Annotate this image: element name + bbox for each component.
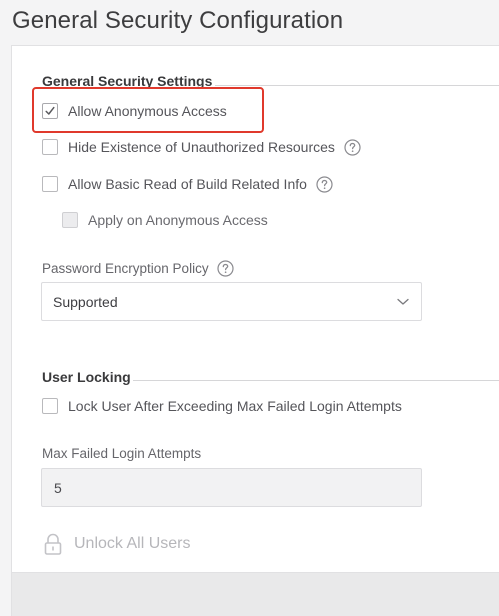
max-failed-input[interactable]: 5 <box>41 468 422 507</box>
lock-icon <box>44 533 62 555</box>
password-policy-field: Password Encryption Policy <box>42 260 234 277</box>
unlock-all-users-label: Unlock All Users <box>74 535 191 552</box>
allow-basic-read-row[interactable]: Allow Basic Read of Build Related Info <box>42 174 333 194</box>
question-circle-icon[interactable] <box>216 260 234 277</box>
password-policy-label: Password Encryption Policy <box>42 261 209 276</box>
allow-basic-read-checkbox[interactable] <box>42 176 58 192</box>
bottom-action-bar <box>11 573 499 616</box>
allow-anonymous-access-row[interactable]: Allow Anonymous Access <box>42 101 227 121</box>
apply-on-anonymous-checkbox[interactable] <box>62 212 78 228</box>
allow-anonymous-access-label: Allow Anonymous Access <box>68 103 227 119</box>
max-failed-label: Max Failed Login Attempts <box>42 446 202 461</box>
max-failed-value: 5 <box>54 479 62 496</box>
lock-user-row[interactable]: Lock User After Exceeding Max Failed Log… <box>42 396 402 416</box>
question-circle-icon[interactable] <box>316 175 333 193</box>
chevron-down-icon <box>397 298 409 305</box>
security-config-page: General Security Configuration General S… <box>0 0 499 616</box>
apply-on-anonymous-label: Apply on Anonymous Access <box>88 212 268 228</box>
section-heading-user-locking: User Locking <box>42 369 131 385</box>
allow-basic-read-label: Allow Basic Read of Build Related Info <box>68 176 307 192</box>
question-circle-icon[interactable] <box>344 138 361 156</box>
checkmark-icon <box>45 106 55 115</box>
page-title: General Security Configuration <box>12 7 344 34</box>
apply-on-anonymous-row[interactable]: Apply on Anonymous Access <box>62 210 268 230</box>
unlock-all-users-button[interactable]: Unlock All Users <box>42 531 190 557</box>
password-policy-select[interactable]: Supported <box>41 282 422 321</box>
lock-user-checkbox[interactable] <box>42 398 58 414</box>
lock-user-label: Lock User After Exceeding Max Failed Log… <box>68 398 402 414</box>
hide-unauthorized-label: Hide Existence of Unauthorized Resources <box>68 139 335 155</box>
max-failed-field: Max Failed Login Attempts <box>42 446 201 461</box>
section-divider <box>133 380 499 381</box>
hide-unauthorized-row[interactable]: Hide Existence of Unauthorized Resources <box>42 137 361 157</box>
allow-anonymous-access-checkbox[interactable] <box>42 103 58 119</box>
password-policy-value: Supported <box>53 293 118 310</box>
section-divider <box>215 85 499 86</box>
hide-unauthorized-checkbox[interactable] <box>42 139 58 155</box>
